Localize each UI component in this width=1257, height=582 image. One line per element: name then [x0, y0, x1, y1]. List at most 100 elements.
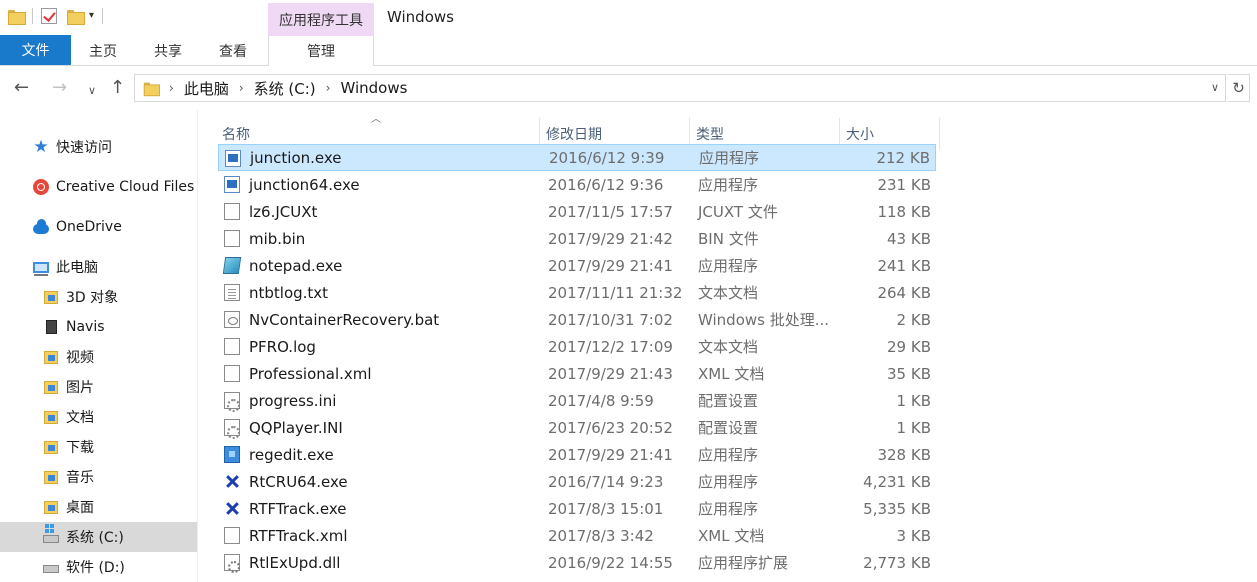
tab-file[interactable]: 文件 — [0, 35, 71, 65]
sidebar-item-quick-access[interactable]: ★ 快速访问 — [0, 132, 197, 162]
table-row[interactable]: notepad.exe 2017/9/29 21:41 应用程序 241 KB — [218, 252, 936, 279]
tab-view[interactable]: 查看 — [202, 36, 264, 65]
file-type: 应用程序 — [699, 149, 760, 167]
table-row[interactable]: progress.ini 2017/4/8 9:59 配置设置 1 KB — [218, 387, 936, 414]
dll-extension-icon — [224, 554, 240, 573]
documents-folder-icon — [44, 410, 58, 424]
table-row[interactable]: junction64.exe 2016/6/12 9:36 应用程序 231 KB — [218, 171, 936, 198]
system-drive-icon — [43, 529, 59, 543]
chevron-down-icon[interactable]: ∨ — [1211, 81, 1219, 94]
downloads-folder-icon — [44, 440, 58, 454]
file-date-modified: 2017/12/2 17:09 — [548, 337, 673, 356]
file-date-modified: 2017/8/3 15:01 — [548, 499, 664, 518]
application-exe-icon — [225, 150, 241, 167]
sidebar-item-label: Creative Cloud Files — [56, 179, 195, 195]
properties-icon[interactable] — [41, 8, 57, 24]
tab-share[interactable]: 共享 — [137, 36, 199, 65]
file-name: RtlExUpd.dll — [249, 553, 341, 572]
sidebar-item-videos[interactable]: 视频 — [0, 342, 197, 372]
file-date-modified: 2017/9/29 21:42 — [548, 229, 673, 248]
window-title: Windows — [387, 8, 454, 26]
document-file-icon — [224, 203, 240, 220]
context-tab-group-label: 应用程序工具 — [268, 3, 374, 36]
file-type: JCUXT 文件 — [698, 203, 778, 221]
table-row[interactable]: mib.bin 2017/9/29 21:42 BIN 文件 43 KB — [218, 225, 936, 252]
batch-file-icon — [224, 311, 240, 328]
sidebar-item-label: 视频 — [66, 350, 94, 366]
table-row[interactable]: RtlExUpd.dll 2016/9/22 14:55 应用程序扩展 2,773 K… — [218, 549, 936, 576]
sidebar-item-label: 下载 — [66, 440, 94, 456]
this-pc-icon — [33, 261, 49, 276]
table-row[interactable]: regedit.exe 2017/9/29 21:41 应用程序 328 KB — [218, 441, 936, 468]
navigation-pane: ★ 快速访问 Creative Cloud Files OneDrive 此电脑… — [0, 110, 198, 582]
file-name: NvContainerRecovery.bat — [249, 310, 440, 329]
sidebar-item-creative-cloud-files[interactable]: Creative Cloud Files — [0, 172, 197, 202]
file-name: mib.bin — [249, 229, 306, 248]
file-size: 1 KB — [896, 418, 931, 437]
file-type: XML 文档 — [698, 365, 765, 383]
sidebar-item-system-drive[interactable]: 系统 (C:) — [0, 522, 197, 552]
tab-manage[interactable]: 管理 — [268, 36, 374, 66]
creative-cloud-icon — [33, 179, 49, 195]
file-size: 43 KB — [887, 229, 931, 248]
sidebar-item-label: 音乐 — [66, 470, 94, 486]
chevron-right-icon[interactable]: › — [239, 81, 244, 95]
forward-arrow-icon[interactable]: → — [52, 78, 67, 98]
sidebar-item-music[interactable]: 音乐 — [0, 462, 197, 492]
table-row[interactable]: Professional.xml 2017/9/29 21:43 XML 文档 35 … — [218, 360, 936, 387]
table-row[interactable]: junction.exe 2016/6/12 9:39 应用程序 212 KB — [218, 144, 936, 171]
refresh-icon[interactable]: ↻ — [1228, 74, 1250, 102]
sidebar-item-pictures[interactable]: 图片 — [0, 372, 197, 402]
table-row[interactable]: NvContainerRecovery.bat 2017/10/31 7:02 Wi… — [218, 306, 936, 333]
up-arrow-icon[interactable]: ↑ — [110, 78, 125, 98]
file-type: 文本文档 — [698, 338, 759, 356]
file-size: 5,335 KB — [863, 499, 931, 518]
address-bar[interactable]: › 此电脑 › 系统 (C:) › Windows ∨ — [134, 74, 1226, 102]
file-type: 应用程序 — [698, 257, 759, 275]
sidebar-item-this-pc[interactable]: 此电脑 — [0, 252, 197, 282]
table-row[interactable]: RTFTrack.xml 2017/8/3 3:42 XML 文档 3 KB — [218, 522, 936, 549]
file-size: 241 KB — [877, 256, 931, 275]
table-row[interactable]: ntbtlog.txt 2017/11/11 21:32 文本文档 264 KB — [218, 279, 936, 306]
recent-locations-chevron-icon[interactable]: ∨ — [88, 81, 96, 101]
sidebar-item-navis[interactable]: Navis — [0, 312, 197, 342]
customize-toolbar-dropdown-icon[interactable]: ▾ — [87, 8, 94, 24]
file-date-modified: 2017/9/29 21:41 — [548, 445, 673, 464]
quick-access-toolbar: ▾ — [8, 8, 107, 25]
sidebar-item-label: 快速访问 — [56, 140, 112, 156]
breadcrumb-system-drive[interactable]: 系统 (C:) — [254, 78, 316, 99]
text-file-icon — [224, 284, 240, 301]
file-name: ntbtlog.txt — [249, 283, 329, 302]
table-row[interactable]: PFRO.log 2017/12/2 17:09 文本文档 29 KB — [218, 333, 936, 360]
sidebar-item-downloads[interactable]: 下载 — [0, 432, 197, 462]
ribbon-tab-bar: 文件 主页 共享 查看 管理 — [0, 35, 1257, 66]
folder-icon[interactable] — [8, 9, 26, 25]
table-row[interactable]: RtCRU64.exe 2016/7/14 9:23 应用程序 4,231 KB — [218, 468, 936, 495]
tab-home[interactable]: 主页 — [72, 36, 134, 65]
file-type: 应用程序 — [698, 500, 759, 518]
chevron-right-icon[interactable]: › — [169, 81, 174, 95]
file-name: junction64.exe — [249, 175, 360, 194]
sidebar-item-3d-objects[interactable]: 3D 对象 — [0, 282, 197, 312]
table-row[interactable]: QQPlayer.INI 2017/6/23 20:52 配置设置 1 KB — [218, 414, 936, 441]
file-size: 231 KB — [877, 175, 931, 194]
file-size: 29 KB — [887, 337, 931, 356]
breadcrumb-this-pc[interactable]: 此电脑 — [184, 78, 229, 99]
sidebar-item-documents[interactable]: 文档 — [0, 402, 197, 432]
document-file-icon — [224, 527, 240, 544]
table-row[interactable]: RTFTrack.exe 2017/8/3 15:01 应用程序 5,335 KB — [218, 495, 936, 522]
document-file-icon — [224, 230, 240, 247]
table-row[interactable]: lz6.JCUXt 2017/11/5 17:57 JCUXT 文件 118 KB — [218, 198, 936, 225]
sidebar-item-desktop[interactable]: 桌面 — [0, 492, 197, 522]
file-date-modified: 2017/6/23 20:52 — [548, 418, 673, 437]
application-exe-icon — [224, 176, 240, 193]
new-folder-icon[interactable] — [67, 9, 85, 25]
chevron-right-icon[interactable]: › — [326, 81, 331, 95]
back-arrow-icon[interactable]: ← — [14, 78, 29, 98]
document-file-icon — [224, 365, 240, 382]
breadcrumb-windows[interactable]: Windows — [340, 79, 407, 97]
sidebar-item-software-drive[interactable]: 软件 (D:) — [0, 552, 197, 582]
toolbar-divider — [102, 8, 104, 24]
file-date-modified: 2017/11/5 17:57 — [548, 202, 673, 221]
sidebar-item-onedrive[interactable]: OneDrive — [0, 212, 197, 242]
